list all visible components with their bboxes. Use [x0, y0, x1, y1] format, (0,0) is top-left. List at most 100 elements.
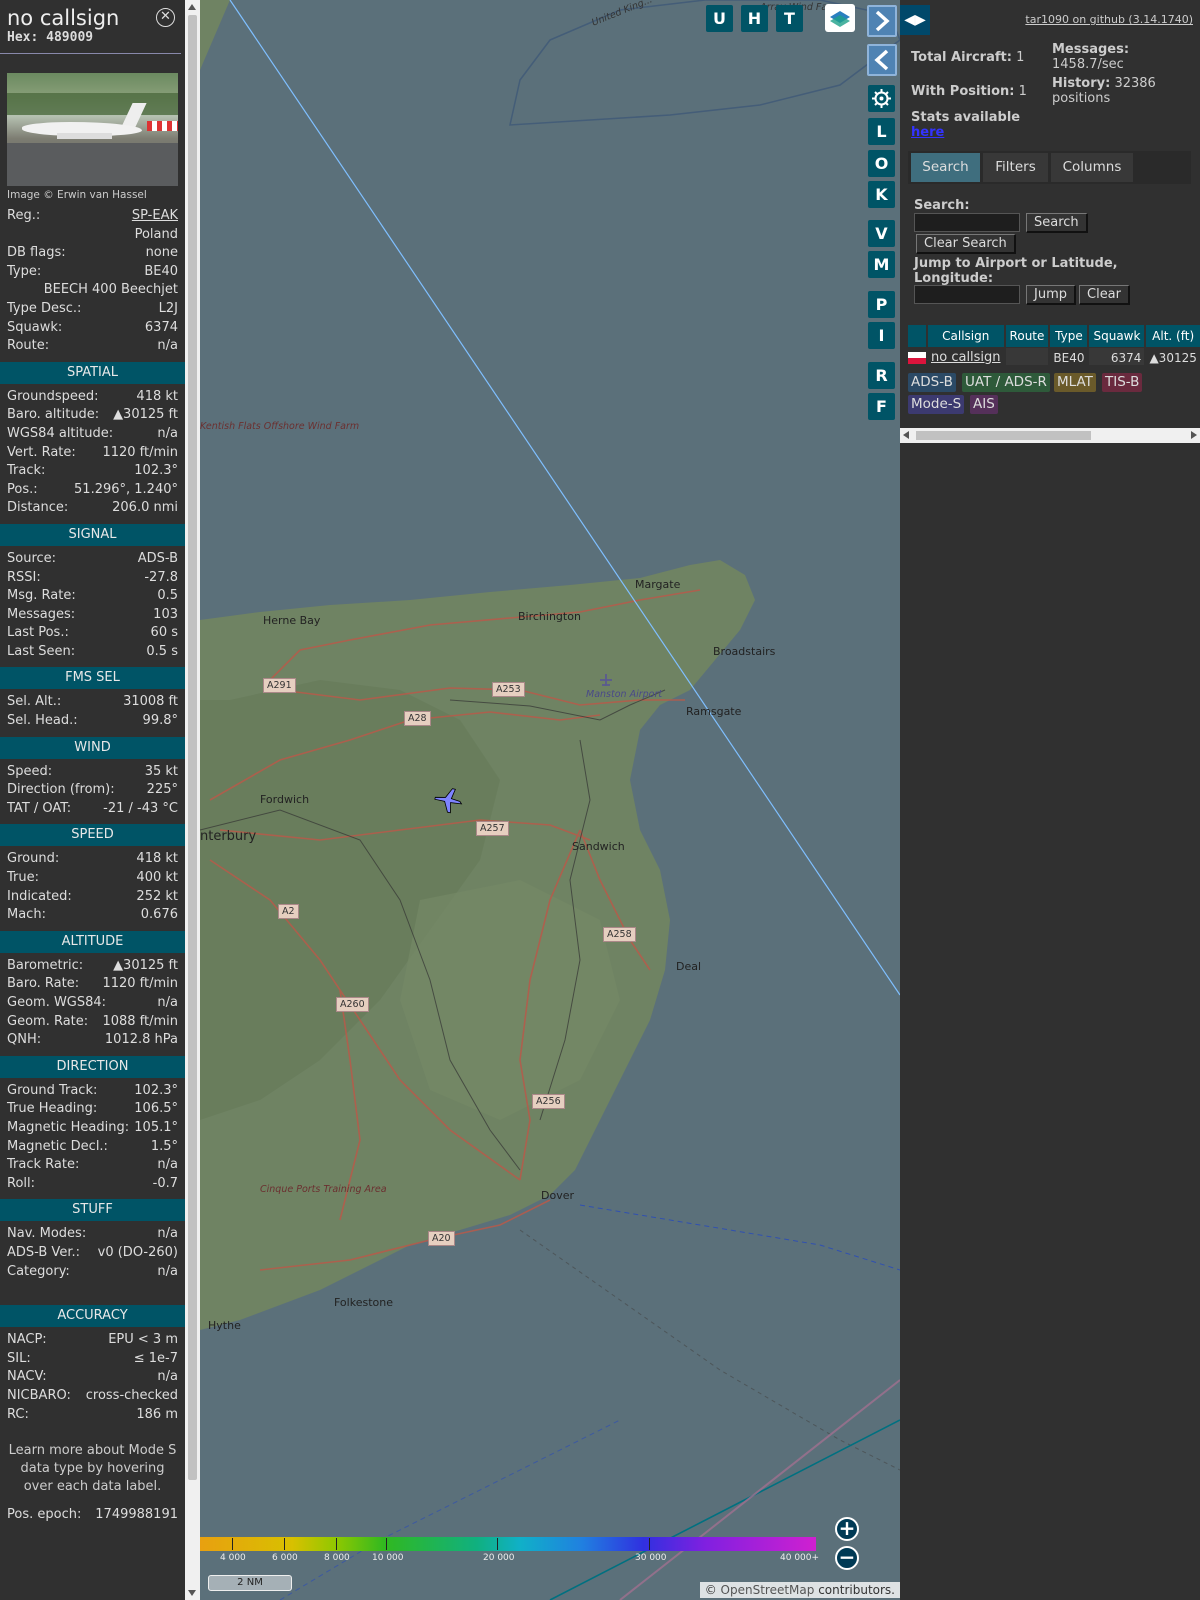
zoom-in-button[interactable]: + [835, 1517, 859, 1541]
map-view[interactable]: Margate Herne Bay Birchington Broadstair… [200, 0, 900, 1600]
accuracy-label: RC: [7, 1406, 29, 1422]
clear-jump-button[interactable]: Clear [1079, 285, 1130, 305]
spatial-label: Vert. Rate: [7, 444, 76, 460]
signal-value: 103 [153, 606, 178, 622]
col-squawk[interactable]: Squawk [1089, 325, 1145, 347]
map-button-m[interactable]: M [868, 251, 895, 278]
map-button-f[interactable]: F [868, 393, 895, 420]
scroll-down-icon[interactable] [188, 1590, 196, 1596]
row-callsign[interactable]: no callsign [928, 348, 1004, 365]
attribution-link[interactable]: OpenStreetMap [721, 1583, 815, 1597]
basic-row: Reg.: SP-EAK [0, 207, 185, 226]
map-button-t[interactable]: T [776, 5, 803, 32]
direction-label: Track Rate: [7, 1157, 80, 1173]
basic-row: Poland [0, 226, 185, 245]
signal-label: Last Seen: [7, 643, 76, 659]
basic-row: Type: BE40 [0, 263, 185, 282]
basic-label: Route: [7, 338, 50, 354]
speed-row: Ground: 418 kt [0, 850, 185, 869]
map-button-r[interactable]: R [868, 362, 895, 389]
col-callsign[interactable]: Callsign [928, 325, 1004, 347]
jump-button[interactable]: Jump [1026, 285, 1076, 305]
aircraft-photo[interactable] [7, 73, 178, 186]
signal-row: Last Seen: 0.5 s [0, 643, 185, 662]
direction-value: n/a [157, 1157, 178, 1173]
jump-input[interactable] [914, 285, 1020, 304]
speed-list: Ground: 418 kt True: 400 kt Indicated: 252 kt… [0, 850, 185, 924]
zoom-out-button[interactable]: − [835, 1546, 859, 1570]
github-link[interactable]: tar1090 on github (3.14.1740) [1025, 13, 1193, 26]
accuracy-value: EPU < 3 m [108, 1332, 178, 1348]
clear-search-button[interactable]: Clear Search [916, 234, 1016, 254]
speed-row: Indicated: 252 kt [0, 888, 185, 907]
direction-label: Roll: [7, 1175, 36, 1191]
chevron-right-icon[interactable] [867, 5, 897, 37]
stuff-value: n/a [157, 1263, 178, 1279]
alt-label-20000: 20 000 [483, 1553, 515, 1563]
layers-icon[interactable] [825, 4, 855, 32]
info-panel-scrollbar[interactable] [185, 0, 200, 1600]
alt-tick [232, 1538, 233, 1550]
search-input[interactable] [914, 213, 1020, 232]
direction-value: 106.5° [134, 1101, 178, 1117]
signal-row: Last Pos.: 60 s [0, 624, 185, 643]
signal-value: 0.5 s [146, 643, 178, 659]
tab-search[interactable]: Search [911, 153, 980, 182]
tab-columns[interactable]: Columns [1051, 153, 1133, 182]
section-direction: DIRECTION [0, 1055, 185, 1078]
map-button-h[interactable]: H [741, 5, 768, 32]
map-button-u[interactable]: U [706, 5, 733, 32]
fms-label: Sel. Alt.: [7, 694, 62, 710]
alt-label-30000: 30 000 [635, 1553, 667, 1563]
hscroll-thumb[interactable] [916, 431, 1091, 440]
scroll-up-icon[interactable] [188, 4, 196, 10]
fms-row: Sel. Head.: 99.8° [0, 712, 185, 731]
scroll-left-icon[interactable] [903, 431, 909, 439]
stuff-row: Category: n/a [0, 1263, 185, 1282]
map-button-p[interactable]: P [868, 291, 895, 318]
scrollbar-thumb[interactable] [188, 15, 197, 1480]
table-horizontal-scrollbar[interactable] [900, 428, 1200, 443]
signal-list: Source: ADS-B RSSI: -27.8 Msg. Rate: 0.5 Messa… [0, 550, 185, 662]
basic-value[interactable]: SP-EAK [132, 207, 178, 226]
wind-label: TAT / OAT: [7, 800, 72, 816]
search-button[interactable]: Search [1026, 213, 1088, 233]
col-type[interactable]: Type [1050, 325, 1088, 347]
place-kentish-flats: Kentish Flats Offshore Wind Farm [200, 421, 360, 432]
epoch-label: Pos. epoch: [7, 1507, 82, 1523]
row-squawk: 6374 [1089, 348, 1145, 365]
close-icon[interactable]: ✕ [156, 8, 175, 27]
scroll-right-icon[interactable] [1191, 431, 1197, 439]
gear-icon[interactable] [868, 85, 895, 112]
row-flag [908, 348, 926, 365]
speed-value: 0.676 [140, 907, 178, 923]
alt-label-4000: 4 000 [220, 1553, 246, 1563]
map-button-o[interactable]: O [868, 150, 895, 177]
col-route[interactable]: Route [1005, 325, 1049, 347]
table-header-row: Callsign Route Type Squawk Alt. (ft) S [908, 325, 1200, 347]
stuff-list: Nav. Modes: n/a ADS-B Ver.: v0 (DO-260) Cate… [0, 1225, 185, 1281]
altitude-row: Geom. WGS84: n/a [0, 994, 185, 1013]
signal-value: -27.8 [144, 569, 178, 585]
basic-label: DB flags: [7, 245, 66, 261]
table-row[interactable]: no callsign BE40 6374 ▲30125 [908, 348, 1200, 365]
accuracy-value: cross-checked [85, 1387, 178, 1403]
wind-value: 225° [146, 782, 178, 798]
altitude-value: 1012.8 hPa [104, 1032, 178, 1048]
map-button-v[interactable]: V [868, 220, 895, 247]
col-flag[interactable] [908, 325, 926, 347]
stuff-value: n/a [157, 1226, 178, 1242]
tab-filters[interactable]: Filters [983, 153, 1048, 182]
legend-badge: Mode-S [908, 395, 965, 414]
spatial-list: Groundspeed: 418 kt Baro. altitude: ▲30125 … [0, 388, 185, 518]
col-altitude[interactable]: Alt. (ft) [1146, 325, 1200, 347]
teal-line [549, 1419, 900, 1600]
expand-arrows-icon[interactable]: ◀▶ [900, 5, 930, 35]
map-button-l[interactable]: L [868, 118, 895, 145]
wind-row: Speed: 35 kt [0, 763, 185, 782]
map-button-k[interactable]: K [868, 181, 895, 208]
place-hythe: Hythe [208, 1319, 241, 1332]
stats-link[interactable]: here [911, 125, 944, 140]
map-button-i[interactable]: I [868, 322, 895, 349]
chevron-left-icon[interactable] [867, 44, 897, 76]
